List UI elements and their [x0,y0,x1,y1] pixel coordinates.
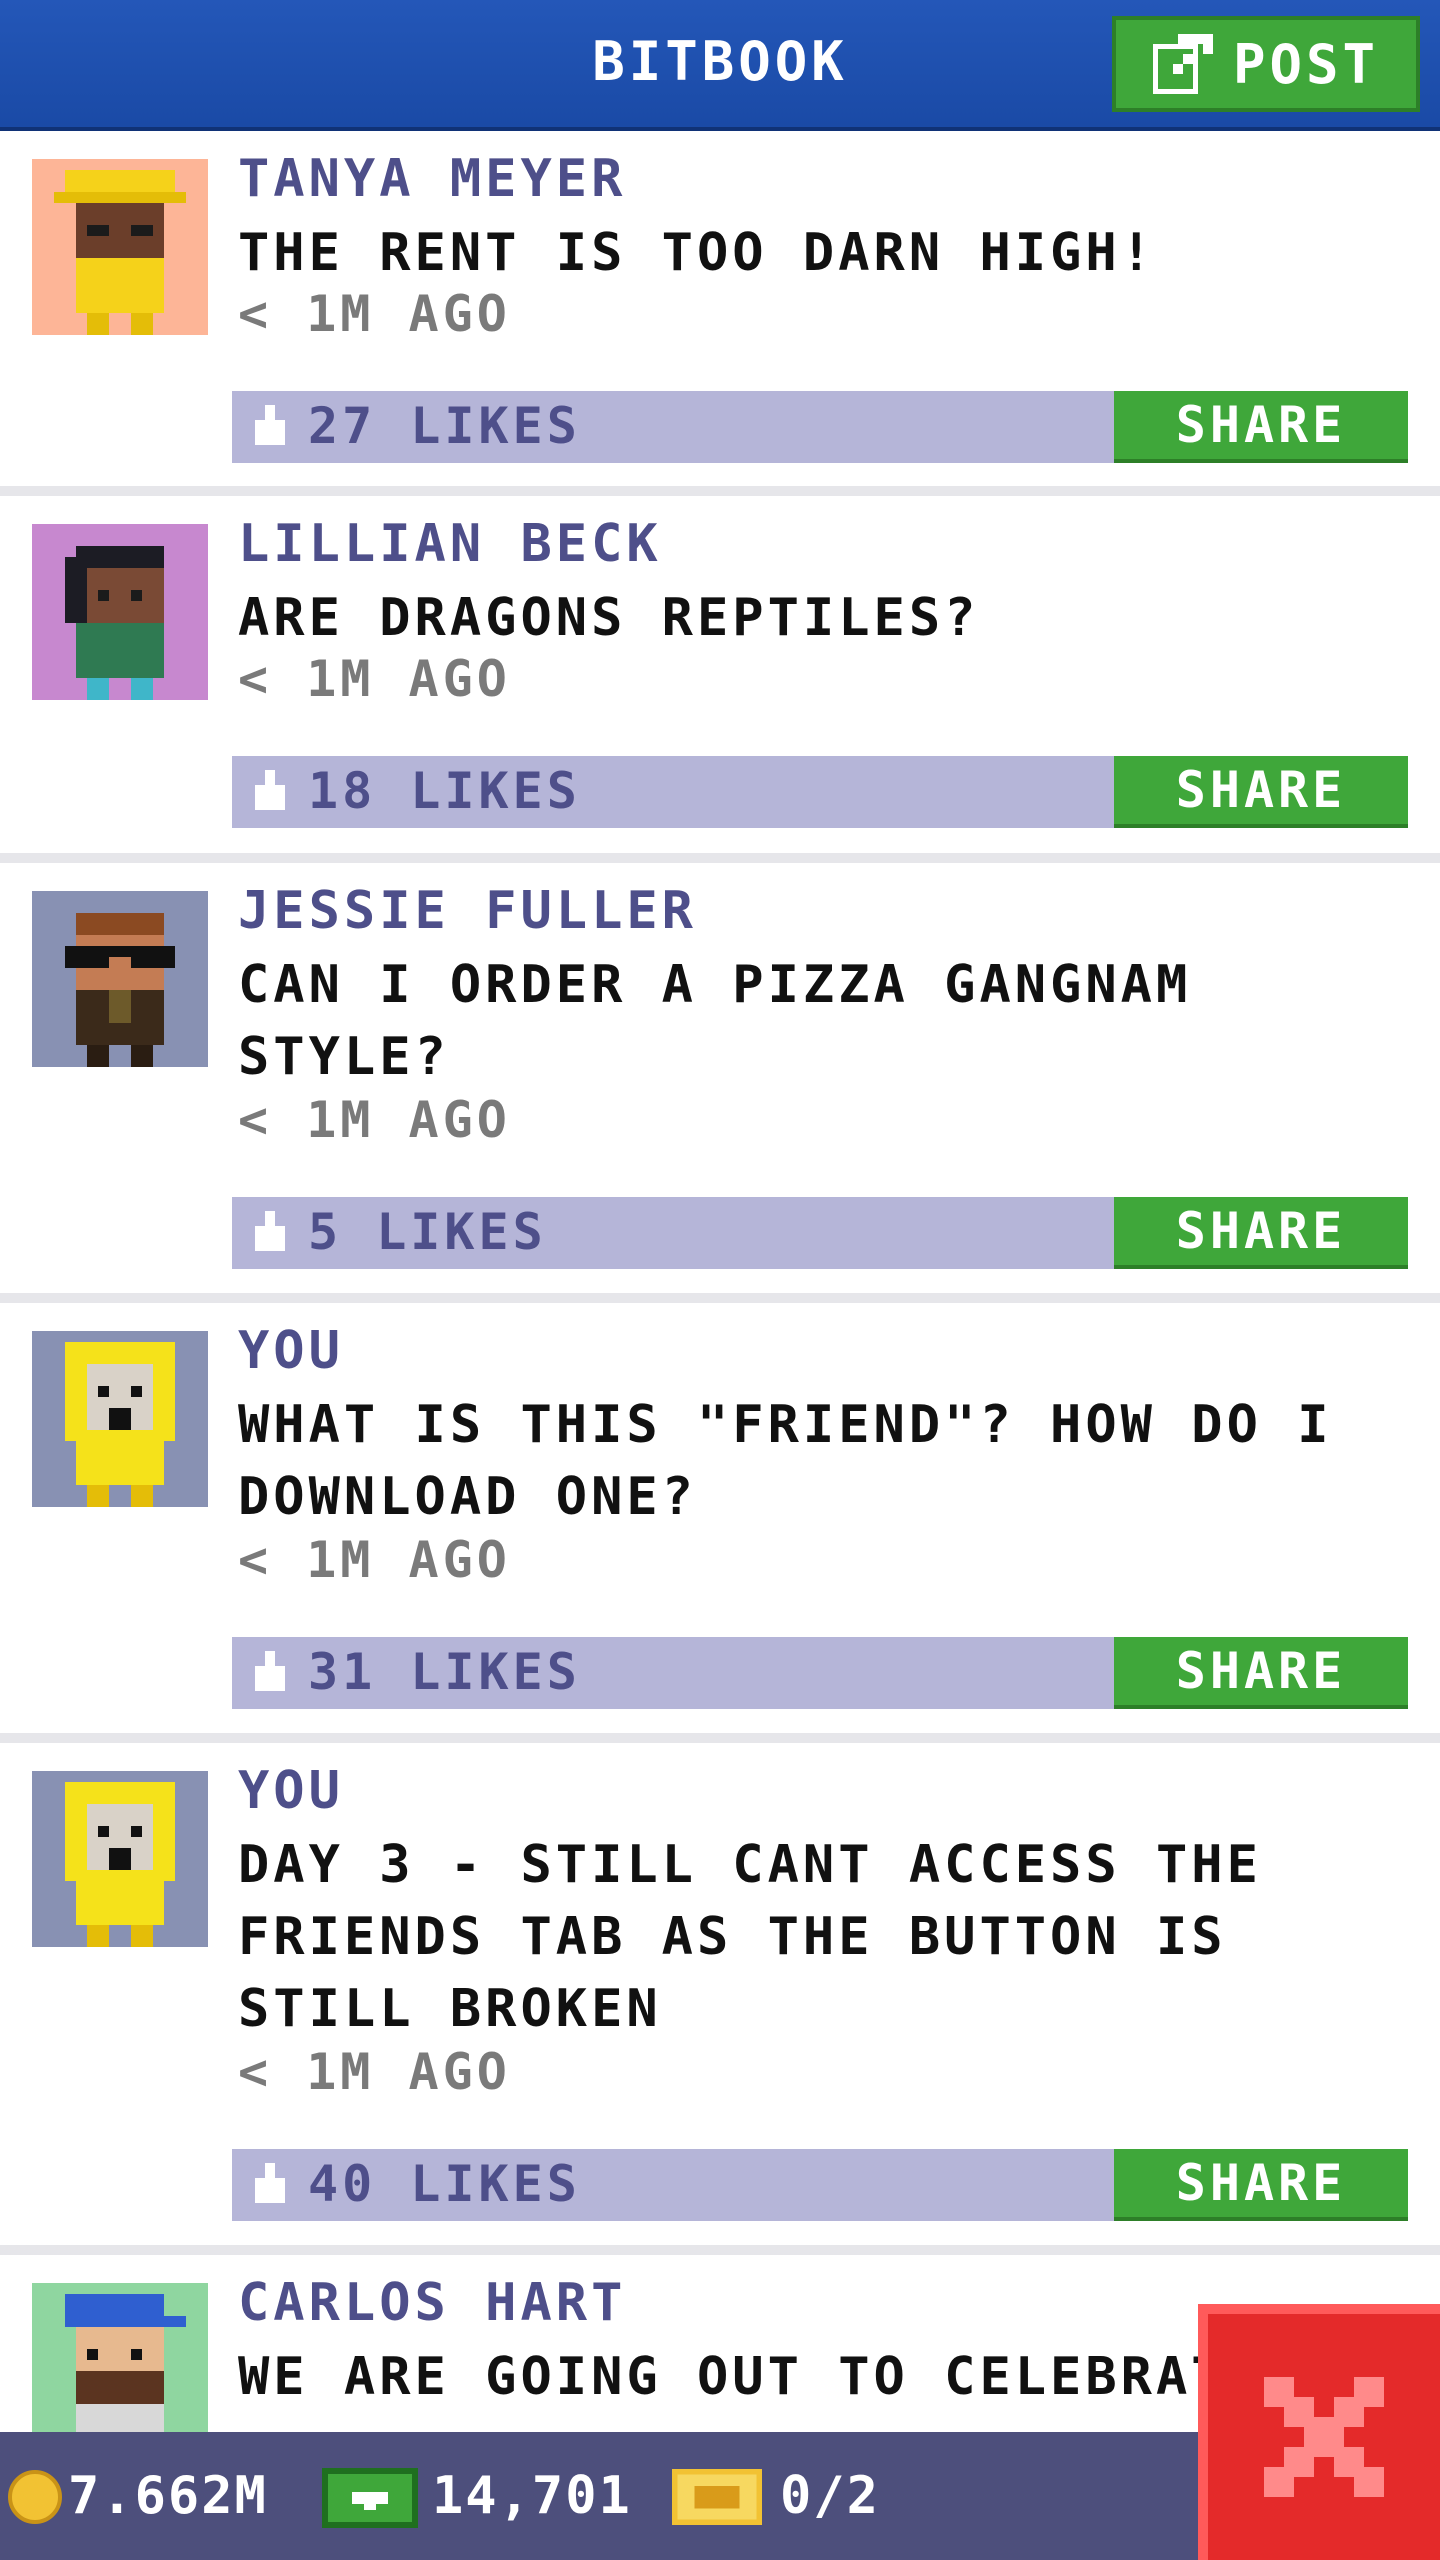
likes-bar: 5 LIKES SHARE [232,1197,1408,1269]
close-button[interactable] [1198,2304,1440,2560]
avatar[interactable] [32,891,208,1067]
coins-count: 7.662M [68,2466,268,2526]
post-time: < 1M AGO [238,650,511,708]
avatar[interactable] [32,524,208,700]
share-button[interactable]: SHARE [1114,391,1408,463]
close-icon [1264,2377,1384,2497]
share-button[interactable]: SHARE [1114,1197,1408,1269]
likes-count: 40 LIKES [308,2155,581,2213]
thumbs-up-icon [255,1651,285,1691]
author-name[interactable]: LILLIAN BECK [238,514,662,574]
post-button-label: POST [1232,32,1380,96]
post-button[interactable]: POST [1112,16,1420,112]
divider [0,1293,1440,1303]
post-message: WE ARE GOING OUT TO CELEBRAT [238,2347,1227,2407]
likes-count: 18 LIKES [308,762,581,820]
avatar[interactable] [32,1771,208,1947]
author-name[interactable]: YOU [238,1761,344,1821]
likes-bar: 31 LIKES SHARE [232,1637,1408,1709]
divider [0,486,1440,496]
ticket-icon [672,2468,762,2526]
coin-icon [8,2470,62,2524]
bux-icon [322,2468,418,2528]
likes-count: 5 LIKES [308,1203,547,1261]
post-time: < 1M AGO [238,1531,511,1589]
avatar[interactable] [32,1331,208,1507]
list-item: JESSIE FULLER CAN I ORDER A PIZZA GANGNA… [0,863,1440,1293]
compose-icon [1152,34,1213,94]
avatar[interactable] [32,159,208,335]
app-header: BITBOOK POST [0,0,1440,131]
share-button[interactable]: SHARE [1114,756,1408,828]
list-item: TANYA MEYER THE RENT IS TOO DARN HIGH! <… [0,131,1440,486]
feed-list: TANYA MEYER THE RENT IS TOO DARN HIGH! <… [0,131,1440,2459]
divider [0,1733,1440,1743]
likes-bar: 40 LIKES SHARE [232,2149,1408,2221]
list-item: YOU WHAT IS THIS "FRIEND"? HOW DO I DOWN… [0,1303,1440,1733]
thumbs-up-icon [255,1211,285,1251]
post-time: < 1M AGO [238,2043,511,2101]
post-message: CAN I ORDER A PIZZA GANGNAM STYLE? [238,955,1192,1087]
thumbs-up-icon [255,770,285,810]
post-message: DAY 3 - STILL CANT ACCESS THE FRIENDS TA… [238,1835,1262,2039]
likes-bar: 18 LIKES SHARE [232,756,1408,828]
post-message: ARE DRAGONS REPTILES? [238,588,980,648]
tickets-count: 0/2 [780,2466,880,2526]
post-message: WHAT IS THIS "FRIEND"? HOW DO I DOWNLOAD… [238,1395,1333,1527]
author-name[interactable]: CARLOS HART [238,2273,626,2333]
post-message: THE RENT IS TOO DARN HIGH! [238,223,1156,283]
author-name[interactable]: TANYA MEYER [238,149,626,209]
post-time: < 1M AGO [238,285,511,343]
post-time: < 1M AGO [238,1091,511,1149]
bux-count: 14,701 [432,2466,632,2526]
author-name[interactable]: YOU [238,1321,344,1381]
divider [0,2245,1440,2255]
likes-bar: 27 LIKES SHARE [232,391,1408,463]
likes-count: 31 LIKES [308,1643,581,1701]
share-button[interactable]: SHARE [1114,2149,1408,2221]
share-button[interactable]: SHARE [1114,1637,1408,1709]
thumbs-up-icon [255,405,285,445]
likes-count: 27 LIKES [308,397,581,455]
thumbs-up-icon [255,2163,285,2203]
author-name[interactable]: JESSIE FULLER [238,881,697,941]
list-item: LILLIAN BECK ARE DRAGONS REPTILES? < 1M … [0,496,1440,853]
list-item: YOU DAY 3 - STILL CANT ACCESS THE FRIEND… [0,1743,1440,2245]
divider [0,853,1440,863]
